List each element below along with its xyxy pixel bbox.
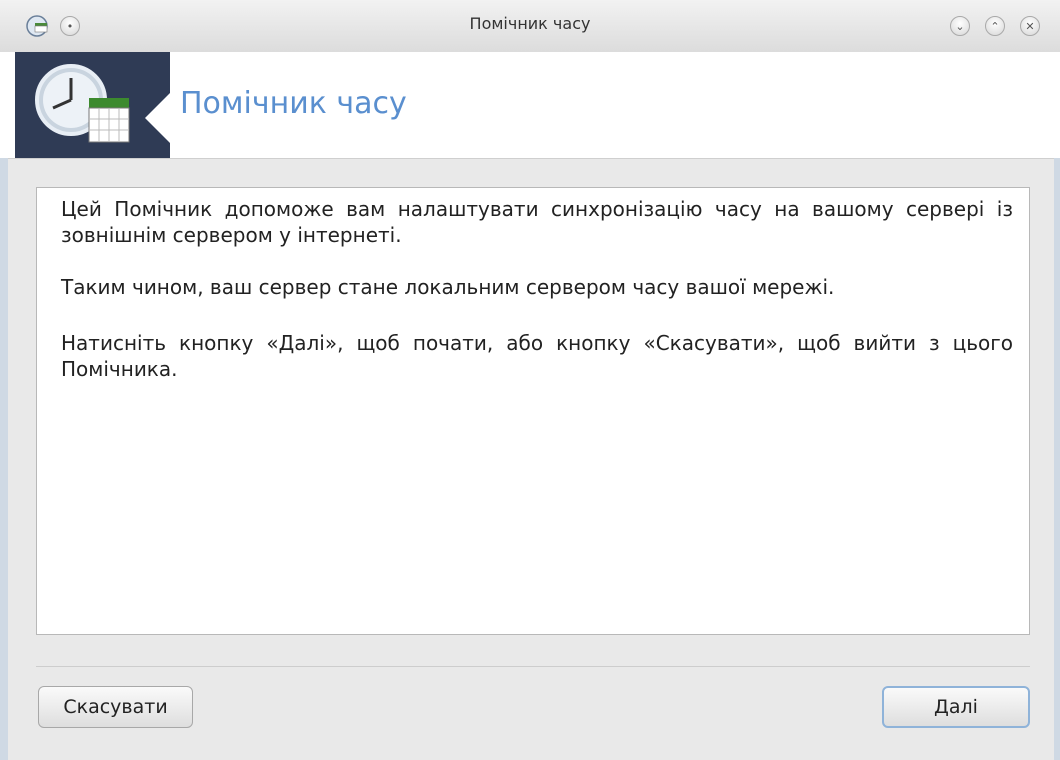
window-edge-left <box>0 158 8 760</box>
cancel-button[interactable]: Скасувати <box>38 686 193 728</box>
intro-text-area: Цей Помічник допоможе вам налаштувати си… <box>36 187 1030 635</box>
wizard-window: • Помічник часу ⌄ ⌃ ✕ Помічник часу Цей … <box>0 0 1060 760</box>
divider <box>36 666 1030 667</box>
title-bar[interactable]: • Помічник часу ⌄ ⌃ ✕ <box>0 0 1060 52</box>
close-icon[interactable]: ✕ <box>1020 16 1040 36</box>
window-edge-right <box>1054 158 1060 760</box>
header-notch <box>145 92 171 144</box>
window-title: Помічник часу <box>469 14 591 33</box>
intro-paragraph: Натисніть кнопку «Далі», щоб почати, або… <box>61 331 1013 381</box>
intro-paragraph: Цей Помічник допоможе вам налаштувати си… <box>61 197 1013 247</box>
maximize-icon[interactable]: ⌃ <box>985 16 1005 36</box>
minimize-icon[interactable]: ⌄ <box>950 16 970 36</box>
intro-paragraph: Таким чином, ваш сервер стане локальним … <box>61 275 835 299</box>
page-title: Помічник часу <box>180 86 407 121</box>
next-button[interactable]: Далі <box>882 686 1030 728</box>
